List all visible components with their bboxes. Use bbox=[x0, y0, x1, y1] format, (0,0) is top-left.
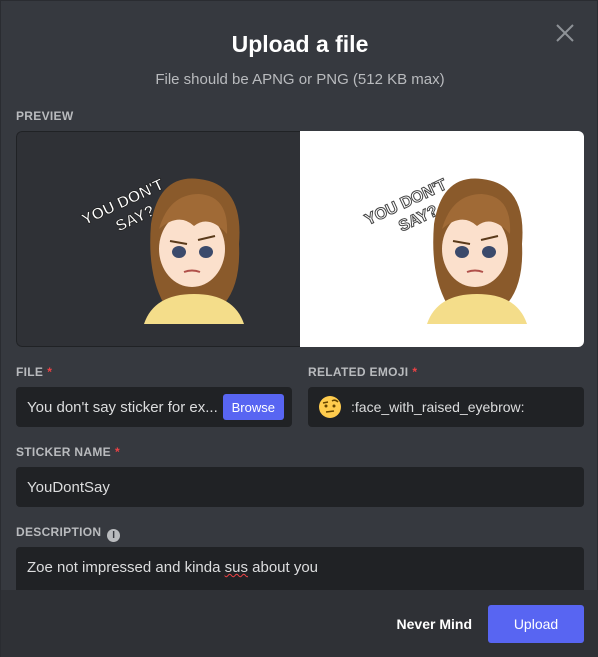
description-value: Zoe not impressed and kinda sus about yo… bbox=[27, 559, 318, 576]
browse-button[interactable]: Browse bbox=[222, 394, 284, 420]
never-mind-button[interactable]: Never Mind bbox=[397, 605, 472, 643]
dialog-subtitle: File should be APNG or PNG (512 KB max) bbox=[155, 71, 445, 88]
sticker-name-label: STICKER NAME * bbox=[16, 445, 120, 459]
face-with-raised-eyebrow-icon bbox=[319, 396, 341, 418]
required-mark: * bbox=[412, 365, 418, 379]
file-name-value: You don't say sticker for ex... bbox=[27, 398, 217, 416]
description-misspelled-word: sus bbox=[224, 559, 248, 576]
file-label: FILE * bbox=[16, 365, 52, 379]
dialog-footer: Never Mind Upload bbox=[1, 590, 598, 657]
sticker-image-light: YOU DON'T SAY? bbox=[362, 176, 527, 324]
related-emoji-value: :face_with_raised_eyebrow: bbox=[351, 399, 525, 415]
preview-light-background: YOU DON'T SAY? bbox=[300, 131, 584, 347]
description-text-after: about you bbox=[247, 559, 319, 576]
sticker-image-dark: YOU DON'T SAY? bbox=[78, 176, 244, 324]
related-emoji-label-text: RELATED EMOJI bbox=[308, 365, 409, 379]
description-text-before: Zoe not impressed and kinda bbox=[27, 559, 225, 576]
related-emoji-label: RELATED EMOJI * bbox=[308, 365, 417, 379]
upload-button[interactable]: Upload bbox=[488, 605, 584, 643]
info-icon[interactable]: i bbox=[107, 529, 121, 542]
preview-label: PREVIEW bbox=[16, 109, 74, 123]
dialog-title: Upload a file bbox=[231, 31, 369, 57]
upload-file-dialog: Upload a file File should be APNG or PNG… bbox=[0, 0, 598, 657]
file-field[interactable]: You don't say sticker for ex... Browse bbox=[16, 387, 292, 427]
sticker-name-input[interactable]: YouDontSay bbox=[16, 467, 584, 507]
description-input[interactable]: Zoe not impressed and kinda sus about yo… bbox=[16, 547, 584, 591]
preview-dark-background: YOU DON'T SAY? bbox=[16, 131, 300, 347]
sticker-name-label-text: STICKER NAME bbox=[16, 445, 111, 459]
file-label-text: FILE bbox=[16, 365, 44, 379]
related-emoji-field[interactable]: :face_with_raised_eyebrow: bbox=[308, 387, 584, 427]
description-label: DESCRIPTION i bbox=[16, 525, 121, 542]
required-mark: * bbox=[47, 365, 53, 379]
sticker-preview: YOU DON'T SAY? YOU DON'T SAY? bbox=[16, 131, 584, 347]
required-mark: * bbox=[114, 445, 120, 459]
description-label-text: DESCRIPTION bbox=[16, 525, 102, 539]
sticker-name-value: YouDontSay bbox=[27, 478, 110, 496]
